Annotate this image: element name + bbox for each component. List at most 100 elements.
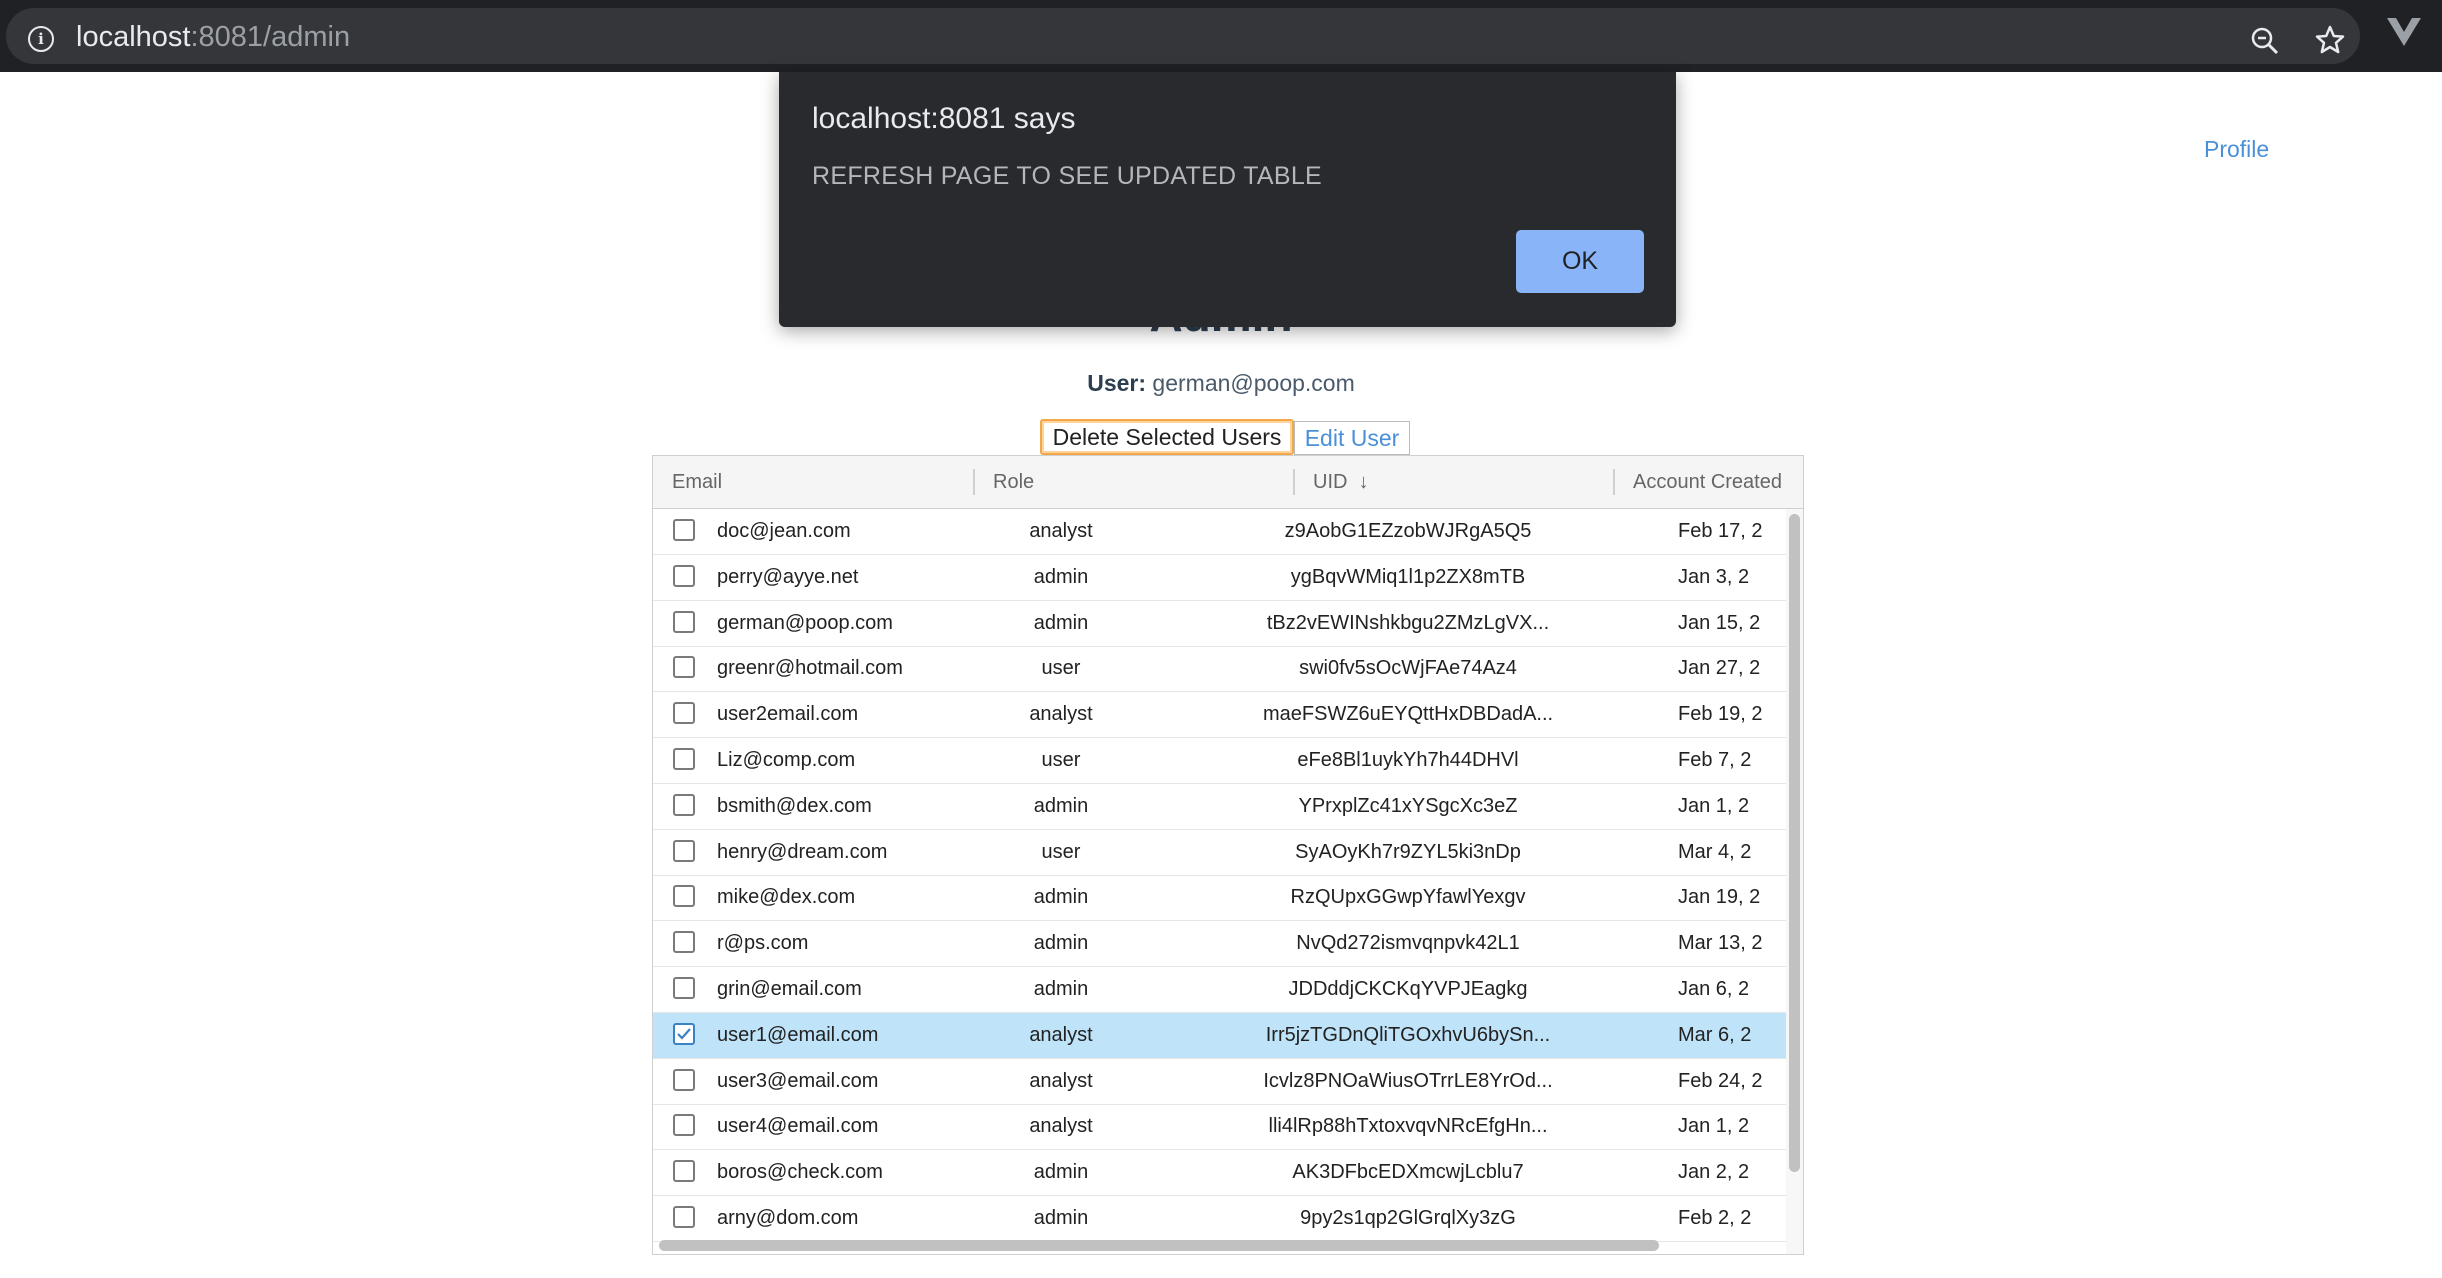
cell-uid: 9py2s1qp2GlGrqlXy3zG (1300, 1207, 1516, 1229)
cell-role: admin (1033, 978, 1089, 1000)
cell-uid: RzQUpxGGwpYfawlYexgv (1290, 886, 1526, 909)
cell-uid: Icvlz8PNOaWiusOTrrLE8YrOd... (1263, 1069, 1553, 1092)
row-checkbox[interactable] (673, 564, 695, 587)
table-row[interactable]: user4@email.com analyst lli4lRp88hTxtoxvqv… (653, 1104, 1786, 1151)
table-row[interactable]: Liz@comp.com user eFe8Bl1uykYh7h44DHVl Feb … (653, 738, 1786, 784)
cell-role: admin (1033, 1161, 1089, 1184)
current-user: User: german@poop.com (0, 370, 2442, 397)
cell-role: admin (1033, 611, 1089, 634)
cell-account-created: Mar 13, 2 (1678, 932, 1763, 955)
address-bar[interactable]: i localhost:8081/admin (6, 8, 2360, 64)
user-label: User: (1087, 370, 1147, 396)
table-row[interactable]: mike@dex.com admin RzQUpxGGwpYfawlYexgv Jan… (653, 875, 1786, 922)
row-checkbox[interactable] (673, 656, 695, 679)
cell-account-created: Jan 1, 2 (1678, 794, 1750, 817)
row-checkbox[interactable] (673, 885, 695, 908)
cell-uid: tBz2vEWINshkbgu2ZMzLgVX... (1266, 611, 1550, 634)
row-checkbox[interactable] (673, 931, 695, 954)
edit-user-button[interactable]: Edit User (1294, 421, 1410, 455)
row-checkbox[interactable] (673, 519, 695, 541)
vue-extension-icon[interactable] (2386, 16, 2422, 53)
cell-role: admin (1033, 886, 1089, 909)
column-header-uid[interactable]: UID ↓ (1313, 456, 1369, 508)
info-icon[interactable]: i (28, 26, 54, 52)
delete-selected-users-button[interactable]: Delete Selected Users (1040, 419, 1294, 455)
uid-header-label: UID (1313, 471, 1348, 493)
row-checkbox[interactable] (673, 702, 695, 725)
table-row[interactable]: user2email.com analyst maeFSWZ6uEYQttHxDBD… (653, 692, 1786, 739)
cell-account-created: Feb 19, 2 (1678, 703, 1763, 726)
row-checkbox[interactable] (673, 1022, 695, 1045)
table-row[interactable]: german@poop.com admin tBz2vEWINshkbgu2ZMzL… (653, 601, 1786, 647)
row-checkbox[interactable] (673, 610, 695, 633)
row-checkbox[interactable] (673, 1206, 695, 1228)
cell-uid: swi0fv5sOcWjFAe74Az4 (1299, 657, 1517, 680)
cell-account-created: Feb 7, 2 (1678, 749, 1752, 771)
horizontal-scrollbar[interactable] (659, 1240, 1659, 1251)
table-row[interactable]: r@ps.com admin NvQd272ismvqnpvk42L1 Mar 13,… (653, 921, 1786, 968)
bookmark-star-icon[interactable] (2314, 24, 2346, 61)
column-header-email[interactable]: Email (672, 456, 722, 508)
table-row[interactable]: grin@email.com admin JDDddjCKCKqYVPJEagkg J… (653, 967, 1786, 1013)
cell-role: analyst (1029, 520, 1093, 542)
browser-toolbar: i localhost:8081/admin (0, 0, 2442, 72)
zoom-icon[interactable] (2250, 26, 2280, 61)
cell-uid: eFe8Bl1uykYh7h44DHVl (1297, 749, 1519, 771)
cell-account-created: Jan 15, 2 (1678, 611, 1761, 634)
table-row[interactable]: perry@ayye.net admin ygBqvWMiq1l1p2ZX8mTB J… (653, 555, 1786, 601)
row-checkbox[interactable] (673, 1114, 695, 1137)
table-header: Email Role UID ↓ Account Created (653, 456, 1803, 509)
cell-role: analyst (1029, 1023, 1093, 1046)
ok-button[interactable]: OK (1516, 230, 1644, 293)
table-row[interactable]: user1@email.com analyst Irr5jzTGDnQliTGOxh… (653, 1012, 1786, 1059)
table-row[interactable]: greenr@hotmail.com user swi0fv5sOcWjFAe74A… (653, 646, 1786, 693)
cell-account-created: Jan 3, 2 (1678, 565, 1750, 588)
cell-uid: z9AobG1EZzobWJRgA5Q5 (1284, 520, 1532, 542)
row-checkbox[interactable] (673, 1068, 695, 1091)
url-host: localhost (76, 21, 191, 53)
row-checkbox[interactable] (673, 1160, 695, 1183)
table-row[interactable]: bsmith@dex.com admin YPrxplZc41xYSgcXc3eZ J… (653, 784, 1786, 830)
table-row[interactable]: boros@check.com admin AK3DFbcEDXmcwjLcblu7… (653, 1150, 1786, 1197)
alert-dialog: localhost:8081 says REFRESH PAGE TO SEE … (779, 72, 1676, 327)
cell-account-created: Feb 2, 2 (1678, 1207, 1752, 1229)
table-row[interactable]: arny@dom.com admin 9py2s1qp2GlGrqlXy3zG Feb… (653, 1196, 1786, 1242)
profile-link[interactable]: Profile (2204, 136, 2269, 163)
cell-uid: NvQd272ismvqnpvk42L1 (1296, 932, 1520, 955)
column-resize-handle[interactable] (973, 469, 975, 495)
table-row[interactable]: doc@jean.com analyst z9AobG1EZzobWJRgA5Q5 F… (653, 509, 1786, 555)
cell-role: admin (1033, 565, 1089, 588)
cell-account-created: Jan 1, 2 (1678, 1115, 1750, 1138)
cell-role: admin (1033, 794, 1089, 817)
cell-role: analyst (1029, 703, 1093, 726)
table-row[interactable]: user3@email.com analyst Icvlz8PNOaWiusOTrr… (653, 1059, 1786, 1105)
column-header-account-created[interactable]: Account Created (1633, 456, 1782, 508)
url-text[interactable]: localhost:8081/admin (76, 21, 350, 54)
cell-account-created: Feb 17, 2 (1678, 520, 1763, 542)
row-checkbox[interactable] (673, 977, 695, 999)
cell-uid: AK3DFbcEDXmcwjLcblu7 (1292, 1161, 1524, 1184)
cell-role: analyst (1029, 1115, 1093, 1138)
cell-uid: JDDddjCKCKqYVPJEagkg (1288, 978, 1528, 1000)
cell-account-created: Jan 6, 2 (1678, 978, 1750, 1000)
column-resize-handle[interactable] (1293, 469, 1295, 495)
row-checkbox[interactable] (673, 839, 695, 862)
cell-uid: maeFSWZ6uEYQttHxDBDadA... (1263, 703, 1553, 726)
column-resize-handle[interactable] (1613, 469, 1615, 495)
column-header-role[interactable]: Role (993, 456, 1034, 508)
row-checkbox[interactable] (673, 793, 695, 816)
cell-role: analyst (1029, 1069, 1093, 1092)
cell-account-created: Mar 4, 2 (1678, 840, 1752, 863)
users-table: Email Role UID ↓ Account Created doc@jea… (652, 455, 1804, 1255)
cell-account-created: Mar 6, 2 (1678, 1023, 1752, 1046)
cell-account-created: Jan 19, 2 (1678, 886, 1761, 909)
cell-account-created: Feb 24, 2 (1678, 1069, 1763, 1092)
cell-role: admin (1033, 932, 1089, 955)
vertical-scrollbar[interactable] (1789, 514, 1800, 1172)
cell-uid: SyAOyKh7r9ZYL5ki3nDp (1295, 840, 1521, 863)
cell-uid: YPrxplZc41xYSgcXc3eZ (1298, 794, 1518, 817)
row-checkbox[interactable] (673, 748, 695, 770)
cell-uid: ygBqvWMiq1l1p2ZX8mTB (1290, 565, 1526, 588)
cell-account-created: Jan 27, 2 (1678, 657, 1761, 680)
table-row[interactable]: henry@dream.com user SyAOyKh7r9ZYL5ki3nDp M… (653, 830, 1786, 876)
